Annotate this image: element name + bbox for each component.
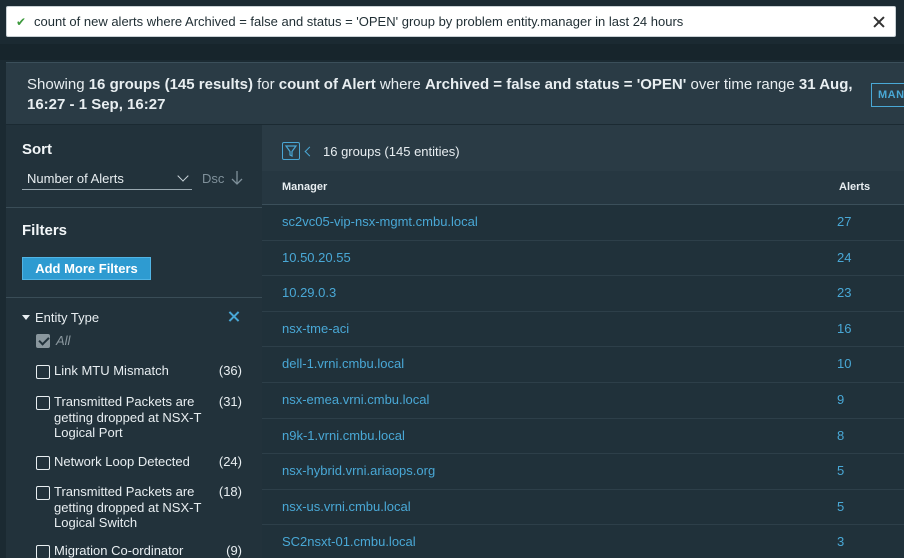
filter-icon[interactable] [282, 142, 300, 160]
search-query[interactable]: count of new alerts where Archived = fal… [34, 14, 873, 29]
chevron-left-icon[interactable] [304, 146, 315, 157]
summary-where: where [375, 76, 425, 93]
check-icon: ✔ [16, 14, 27, 29]
filter-item-count: (31) [218, 394, 242, 409]
results-summary: Showing 16 groups (145 results) for coun… [6, 62, 904, 124]
table-toolbar: 16 groups (145 entities) [262, 125, 904, 171]
manager-link[interactable]: SC2nsxt-01.cmbu.local [282, 534, 416, 549]
filter-checkbox[interactable] [36, 396, 50, 410]
sort-select[interactable]: Number of Alerts [22, 170, 192, 190]
manage-button[interactable]: MAN [871, 83, 904, 107]
table-row[interactable]: dell-1.vrni.cmbu.local 10 [262, 347, 904, 383]
filter-item-label: Transmitted Packets are getting dropped … [54, 394, 202, 440]
filter-checkbox[interactable] [36, 456, 50, 470]
table-header: Manager Alerts [262, 171, 904, 205]
alerts-count-link[interactable]: 8 [837, 428, 844, 443]
alerts-count-link[interactable]: 3 [837, 534, 844, 549]
alerts-count-link[interactable]: 23 [837, 285, 851, 300]
alerts-count-link[interactable]: 10 [837, 356, 851, 371]
close-icon[interactable] [873, 16, 885, 28]
filter-item-label: Migration Co-ordinator [54, 543, 184, 558]
manager-link[interactable]: sc2vc05-vip-nsx-mgmt.cmbu.local [282, 214, 478, 229]
manager-link[interactable]: 10.50.20.55 [282, 250, 351, 265]
group-count: 16 groups (145 entities) [323, 144, 460, 159]
alerts-count-link[interactable]: 16 [837, 321, 851, 336]
summary-condition: Archived = false and status = 'OPEN' [424, 76, 687, 93]
manager-link[interactable]: dell-1.vrni.cmbu.local [282, 356, 404, 371]
add-more-filters-button[interactable]: Add More Filters [22, 257, 151, 280]
manager-link[interactable]: nsx-hybrid.vrni.ariaops.org [282, 463, 435, 478]
manager-link[interactable]: n9k-1.vrni.cmbu.local [282, 428, 405, 443]
clear-filter-icon[interactable] [228, 311, 239, 322]
summary-prefix: Showing [27, 76, 89, 93]
summary-text: Showing 16 groups (145 results) for coun… [27, 75, 877, 115]
filter-item-label: Transmitted Packets are getting dropped … [54, 484, 202, 530]
table-row[interactable]: nsx-tme-aci 16 [262, 311, 904, 348]
filter-item-count: (24) [218, 454, 242, 469]
summary-metric: count of Alert [278, 76, 376, 93]
chevron-down-icon [177, 170, 189, 182]
alerts-count-link[interactable]: 5 [837, 463, 844, 478]
table-row[interactable]: n9k-1.vrni.cmbu.local 8 [262, 418, 904, 455]
alerts-count-link[interactable]: 24 [837, 250, 851, 265]
left-sidebar: Sort Number of Alerts Dsc Filters Add Mo… [6, 125, 262, 558]
entity-type-label: Entity Type [35, 310, 100, 325]
filter-item-count: (36) [218, 363, 242, 378]
summary-results: (145 results) [164, 76, 253, 93]
all-checkbox [36, 333, 50, 348]
table-row[interactable]: sc2vc05-vip-nsx-mgmt.cmbu.local 27 [262, 205, 904, 241]
entity-type-toggle[interactable]: Entity Type [22, 310, 99, 325]
divider [6, 297, 262, 298]
arrow-down-icon[interactable] [231, 170, 243, 186]
filter-all-row: All [36, 333, 70, 348]
alerts-count-link[interactable]: 9 [837, 392, 844, 407]
sort-selected-value: Number of Alerts [27, 171, 124, 186]
alerts-count-link[interactable]: 5 [837, 499, 844, 514]
filters-title: Filters [22, 222, 68, 239]
column-header-manager[interactable]: Manager [282, 181, 327, 193]
all-label: All [56, 333, 71, 348]
table-row[interactable]: 10.29.0.3 23 [262, 276, 904, 312]
table-row[interactable]: nsx-hybrid.vrni.ariaops.org 5 [262, 454, 904, 490]
filter-checkbox[interactable] [36, 365, 50, 379]
summary-groups: 16 groups [88, 76, 161, 93]
summary-range-label: over time range [686, 76, 799, 93]
filter-item-count: (9) [226, 543, 242, 558]
results-panel: 16 groups (145 entities) Manager Alerts … [262, 125, 904, 558]
filter-checkbox[interactable] [36, 486, 50, 500]
search-bar[interactable]: ✔ count of new alerts where Archived = f… [6, 6, 896, 37]
spacer-band [0, 44, 904, 60]
divider [6, 207, 262, 208]
summary-for: for [252, 76, 279, 93]
manager-link[interactable]: nsx-us.vrni.cmbu.local [282, 499, 411, 514]
filter-checkbox[interactable] [36, 545, 50, 558]
filter-item-label: Network Loop Detected [54, 454, 190, 469]
manager-link[interactable]: nsx-tme-aci [282, 321, 349, 336]
sort-title: Sort [22, 141, 52, 158]
alerts-count-link[interactable]: 27 [837, 214, 851, 229]
table-row[interactable]: SC2nsxt-01.cmbu.local 3 [262, 525, 904, 558]
manager-link[interactable]: nsx-emea.vrni.cmbu.local [282, 392, 429, 407]
caret-down-icon [22, 315, 30, 320]
table-row[interactable]: nsx-emea.vrni.cmbu.local 9 [262, 383, 904, 419]
manager-link[interactable]: 10.29.0.3 [282, 285, 336, 300]
column-header-alerts[interactable]: Alerts [839, 181, 870, 193]
sort-order-label[interactable]: Dsc [202, 171, 224, 186]
table-row[interactable]: 10.50.20.55 24 [262, 240, 904, 277]
table-row[interactable]: nsx-us.vrni.cmbu.local 5 [262, 489, 904, 526]
filter-item-count: (18) [218, 484, 242, 499]
filter-item-label: Link MTU Mismatch [54, 363, 169, 378]
